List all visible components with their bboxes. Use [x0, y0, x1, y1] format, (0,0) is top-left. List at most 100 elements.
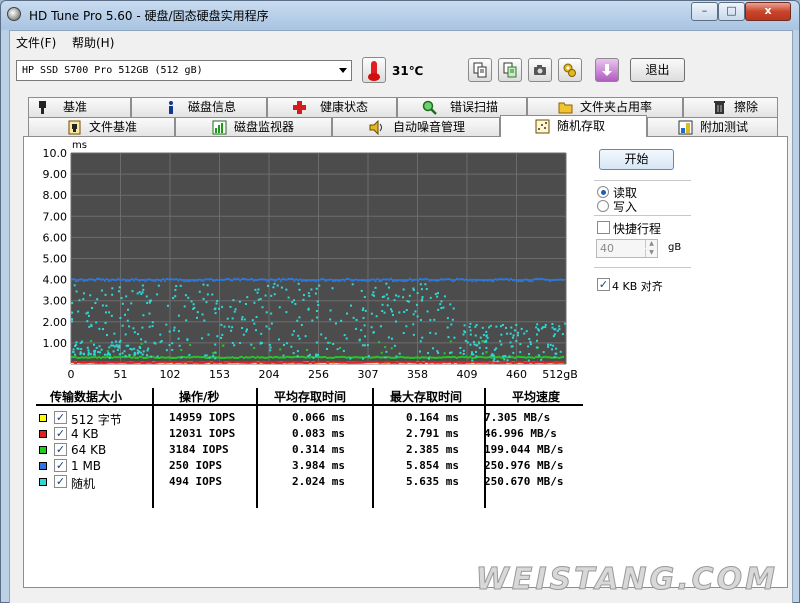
- exit-button[interactable]: 退出: [630, 58, 685, 82]
- data-point: [419, 340, 422, 343]
- data-point: [405, 356, 408, 359]
- options-button[interactable]: [558, 58, 582, 82]
- data-point: [120, 297, 123, 300]
- quick-stroke-checkbox[interactable]: [597, 221, 610, 234]
- read-radio[interactable]: [597, 186, 609, 198]
- spin-down-icon[interactable]: ▼: [645, 249, 657, 257]
- copy-text-button[interactable]: [468, 58, 492, 82]
- tab-folder-usage[interactable]: 文件夹占用率: [527, 97, 683, 117]
- data-point: [193, 306, 196, 309]
- temperature-value: 31℃: [392, 64, 424, 78]
- wrench-icon: [563, 63, 576, 77]
- tab-disk-monitor[interactable]: 磁盘监视器: [175, 117, 332, 137]
- data-point: [246, 356, 249, 359]
- data-point: [233, 277, 236, 280]
- data-point: [80, 348, 83, 351]
- tab-file-benchmark[interactable]: 文件基准: [28, 117, 175, 137]
- tab-health[interactable]: 健康状态: [267, 97, 397, 117]
- data-point: [555, 347, 558, 350]
- data-point: [271, 361, 275, 364]
- data-point: [403, 310, 406, 313]
- data-point: [244, 303, 247, 306]
- close-button[interactable]: x: [745, 2, 791, 21]
- data-point: [89, 353, 92, 356]
- tab-erase[interactable]: 擦除: [683, 97, 778, 117]
- random-access-panel: ms 10.0 9.00 8.00 7.00 6.00 5.00 4.00 3.00 2.00 1…: [23, 136, 788, 588]
- data-point: [138, 291, 141, 294]
- data-point: [90, 356, 93, 359]
- series-checkbox[interactable]: ✓: [54, 459, 67, 472]
- data-point: [391, 310, 394, 313]
- data-point: [96, 356, 99, 359]
- data-point: [467, 356, 470, 359]
- data-point: [253, 322, 256, 325]
- data-point: [465, 355, 468, 358]
- data-point: [459, 346, 462, 349]
- tab-noise-management[interactable]: 自动噪音管理: [332, 117, 500, 137]
- data-point: [422, 278, 425, 281]
- save-button[interactable]: [595, 58, 619, 82]
- series-checkbox[interactable]: ✓: [54, 475, 67, 488]
- data-point: [560, 356, 563, 359]
- data-point: [318, 284, 321, 287]
- data-point: [434, 279, 437, 282]
- data-point: [558, 356, 561, 359]
- quick-stroke-spinbox[interactable]: 40 ▲ ▼: [596, 239, 658, 258]
- data-point: [241, 327, 244, 330]
- watermark: WEISTANG.COM: [475, 562, 778, 598]
- series-checkbox[interactable]: ✓: [54, 443, 67, 456]
- data-point: [416, 292, 419, 295]
- title-bar[interactable]: HD Tune Pro 5.60 - 硬盘/固态硬盘实用程序 – □ x: [1, 1, 799, 29]
- data-point: [75, 341, 78, 344]
- data-point: [289, 356, 292, 359]
- tab-benchmark[interactable]: 基准: [28, 97, 131, 117]
- data-point: [554, 278, 557, 281]
- tab-error-scan[interactable]: 错误扫描: [397, 97, 527, 117]
- data-point: [320, 278, 323, 281]
- data-point: [264, 278, 267, 281]
- data-point: [301, 355, 304, 358]
- drive-select[interactable]: HP SSD S700 Pro 512GB (512 gB): [16, 60, 352, 81]
- copy-all-button[interactable]: [498, 58, 522, 82]
- data-point: [446, 356, 449, 359]
- tab-disk-info[interactable]: 磁盘信息: [131, 97, 267, 117]
- screenshot-button[interactable]: [528, 58, 552, 82]
- start-button[interactable]: 开始: [599, 149, 674, 170]
- data-point: [269, 346, 272, 349]
- data-point: [317, 360, 321, 363]
- data-point: [433, 361, 437, 364]
- data-point: [315, 287, 318, 290]
- menu-file[interactable]: 文件(F): [16, 34, 56, 51]
- spin-up-icon[interactable]: ▲: [645, 240, 657, 248]
- data-point: [473, 356, 476, 359]
- data-point: [506, 359, 509, 362]
- tab-extra-tests[interactable]: 附加测试: [647, 117, 778, 137]
- bar-monitor-icon: [212, 120, 227, 135]
- align-4kb-checkbox[interactable]: ✓: [597, 278, 610, 291]
- data-point: [205, 301, 208, 304]
- data-point: [444, 356, 447, 359]
- data-point: [470, 353, 473, 356]
- data-point: [406, 300, 409, 303]
- data-point: [413, 356, 416, 359]
- data-point: [424, 283, 427, 286]
- series-checkbox[interactable]: ✓: [54, 427, 67, 440]
- data-point: [546, 278, 549, 281]
- data-point: [304, 280, 307, 283]
- maximize-button[interactable]: □: [718, 2, 745, 21]
- minimize-button[interactable]: –: [691, 2, 718, 21]
- menu-help[interactable]: 帮助(H): [72, 34, 114, 51]
- data-point: [119, 356, 122, 359]
- data-point: [452, 307, 455, 310]
- data-point: [420, 299, 423, 302]
- tab-random-access[interactable]: 随机存取: [500, 115, 647, 137]
- data-point: [462, 352, 465, 355]
- series-checkbox[interactable]: ✓: [54, 411, 67, 424]
- data-point: [436, 356, 439, 359]
- write-radio[interactable]: [597, 200, 609, 212]
- data-point: [550, 356, 553, 359]
- temperature-button[interactable]: [362, 57, 386, 83]
- data-point: [464, 331, 467, 334]
- data-point: [528, 353, 531, 356]
- data-point: [74, 280, 77, 283]
